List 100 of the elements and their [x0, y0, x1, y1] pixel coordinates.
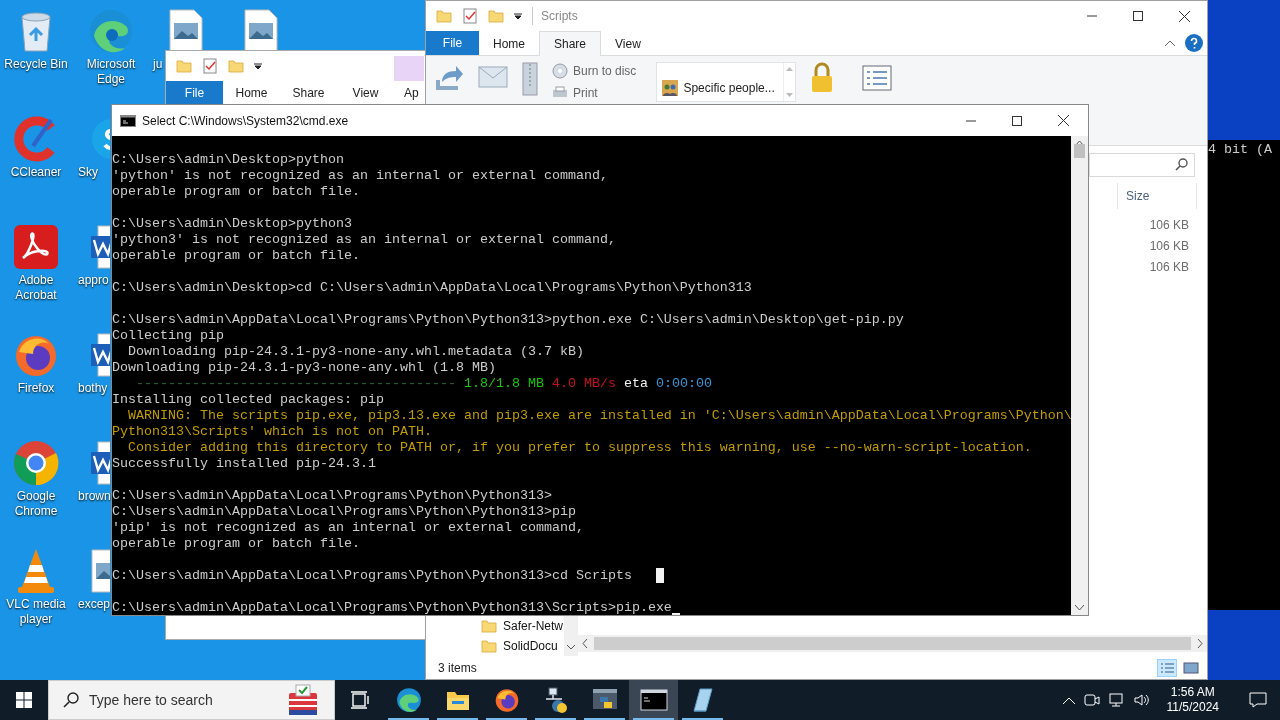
- console-line: C:\Users\admin\AppData\Local\Programs\Python\Python313>cd Scripts: [112, 568, 632, 584]
- checklist-icon: [202, 58, 218, 74]
- search-field[interactable]: [1089, 152, 1195, 177]
- desktop-icon-label[interactable]: Google Chrome: [0, 489, 73, 519]
- chevron-left-icon[interactable]: [582, 639, 588, 648]
- taskbar-app[interactable]: [629, 680, 678, 720]
- console-line: Downloading pip-24.3.1-py3-none-any.whl.metadata (3.7 kB): [127, 344, 584, 360]
- terminal-icon: [639, 689, 668, 711]
- column-header[interactable]: Size: [1117, 183, 1197, 209]
- nav-item[interactable]: SolidDocu: [426, 636, 564, 656]
- console-line: Downloading pip-24.3.1-py3-none-any.whl (1.8 MB): [112, 360, 496, 376]
- folder-icon: [481, 638, 497, 654]
- folder-icon: [445, 689, 470, 711]
- edge-icon: [395, 687, 422, 713]
- console-line: WARNING: The scripts pip.exe, pip3.13.exe and pip3.exe are installed in 'C:\Users\admin\AppData\Local\Programs\Python\: [127, 408, 1071, 424]
- desktop-icon-label[interactable]: excep: [73, 597, 111, 612]
- ribbon-tab[interactable]: Share: [539, 31, 602, 56]
- console-line: C:\Users\admin\AppData\Local\Programs\Python\Python313>python.exe C:\Users\admin\Desktop\get-pip.py: [112, 312, 904, 328]
- folder-icon: [436, 8, 452, 24]
- progress-dashes-text: ----------------------------------------: [136, 376, 456, 392]
- status-text: 3 items: [438, 659, 477, 677]
- console-line: Collecting pip: [112, 328, 224, 344]
- console-line: C:\Users\admin\Desktop>cd C:\Users\admin\AppData\Local\Programs\Python\Python313: [112, 280, 752, 296]
- scrollbar-thumb[interactable]: [1074, 144, 1085, 158]
- desktop-icon-label[interactable]: CCleaner: [0, 165, 73, 180]
- lock-icon[interactable]: [809, 62, 834, 94]
- close-icon: [1178, 10, 1190, 22]
- task-view-icon: [349, 691, 370, 709]
- folder-icon: [228, 58, 244, 74]
- network-icon[interactable]: [1108, 692, 1125, 708]
- window-title: Scripts: [532, 7, 578, 25]
- volume-icon[interactable]: [1133, 692, 1150, 708]
- file-tab[interactable]: File: [166, 81, 223, 105]
- console-line: C:\Users\admin\AppData\Local\Programs\Python\Python313>: [112, 488, 552, 504]
- ribbon-tab[interactable]: View: [601, 31, 655, 56]
- scrollbar-thumb[interactable]: [594, 637, 1191, 650]
- folder-icon: [176, 58, 192, 74]
- console-line: 'python' is not recognized as an internal or external command,: [112, 168, 608, 184]
- contextual-tab-header: [394, 56, 424, 81]
- nav-item[interactable]: Safer-Netw: [426, 616, 564, 636]
- maximize-icon: [1012, 115, 1022, 126]
- printer-icon: [552, 86, 568, 100]
- console-line: Successfully installed pip-24.3.1: [112, 456, 376, 472]
- caret-icon: [254, 62, 262, 70]
- window-title: Select C:\Windows\System32\cmd.exe: [142, 112, 349, 130]
- file-size: 106 KB: [1149, 216, 1189, 234]
- desktop-icon-label[interactable]: ju: [148, 57, 163, 72]
- progress-text: 1.8/1.8 MB: [463, 376, 544, 392]
- console-line: C:\Users\admin\AppData\Local\Programs\Python\Python313\Scripts>pip.exe: [112, 600, 672, 615]
- search-placeholder: Type here to search: [89, 690, 213, 710]
- console-line: operable program or batch file.: [112, 184, 360, 200]
- console-line: 'python3' is not recognized as an internal or external command,: [112, 232, 616, 248]
- ballot-box-icon: [286, 683, 320, 717]
- desktop-icon-label[interactable]: Adobe Acrobat: [0, 273, 73, 303]
- edge-icon: [88, 8, 134, 54]
- chrome-icon: [12, 439, 60, 487]
- desktop-icon-label[interactable]: Microsoft Edge: [74, 57, 148, 87]
- console-line: 4 bit (A: [1208, 141, 1273, 158]
- console-line: C:\Users\admin\Desktop>python: [112, 152, 344, 168]
- disc-icon: [552, 63, 568, 79]
- burn-to-disc-button[interactable]: Burn to disc: [552, 62, 637, 80]
- desktop-icon-label[interactable]: appro: [73, 273, 109, 288]
- console-line: 'pip' is not recognized as an internal or external command,: [112, 520, 584, 536]
- notification-icon: [1249, 692, 1267, 708]
- chevron-right-icon[interactable]: [1197, 639, 1203, 648]
- acrobat-icon: [13, 224, 59, 270]
- desktop-icon-label[interactable]: Firefox: [0, 381, 73, 396]
- ribbon-tab[interactable]: Ap: [394, 81, 419, 105]
- folder-icon: [488, 8, 504, 24]
- help-icon[interactable]: [1185, 34, 1203, 52]
- search-icon: [1175, 158, 1188, 171]
- ribbon-tab[interactable]: View: [337, 81, 394, 105]
- ribbon-tab[interactable]: Share: [280, 81, 337, 105]
- desktop-icon-label[interactable]: bothy: [73, 381, 108, 396]
- console-line: operable program or batch file.: [112, 536, 360, 552]
- chevron-down-icon[interactable]: [566, 645, 575, 650]
- print-button[interactable]: Print: [552, 84, 637, 102]
- advanced-settings-icon[interactable]: [861, 65, 892, 91]
- search-icon: [63, 692, 79, 708]
- console-line: C:\Users\admin\AppData\Local\Programs\Python\Python313>pip: [112, 504, 576, 520]
- console-line: Consider adding this directory to PATH or, if you prefer to suppress this warning, use --no-warn-script-location.: [127, 440, 1032, 456]
- file-tab[interactable]: File: [426, 31, 479, 55]
- windows-logo-icon: [16, 692, 32, 708]
- desktop-icon-label[interactable]: brown: [73, 489, 111, 504]
- ribbon-tab[interactable]: Home: [479, 31, 539, 56]
- desktop-icon-label[interactable]: Sky: [73, 165, 98, 180]
- console-icon: [120, 114, 136, 127]
- search-field[interactable]: Type here to search: [48, 680, 335, 720]
- ribbon-tab[interactable]: Home: [223, 81, 280, 105]
- caret-icon: [514, 12, 522, 20]
- notepad-icon: [690, 687, 715, 713]
- chevron-down-icon[interactable]: [1075, 605, 1084, 611]
- camera-icon[interactable]: [1083, 692, 1100, 708]
- clock[interactable]: 1:56 AM 11/5/2024: [1158, 685, 1227, 715]
- desktop-icon-label[interactable]: VLC media player: [0, 597, 73, 627]
- details-view-icon[interactable]: [1157, 658, 1177, 677]
- desktop-icon-label[interactable]: Recycle Bin: [0, 57, 73, 72]
- folder-icon: [481, 618, 497, 634]
- console-line: Installing collected packages: pip: [112, 392, 384, 408]
- console-line: operable program or batch file.: [112, 248, 360, 264]
